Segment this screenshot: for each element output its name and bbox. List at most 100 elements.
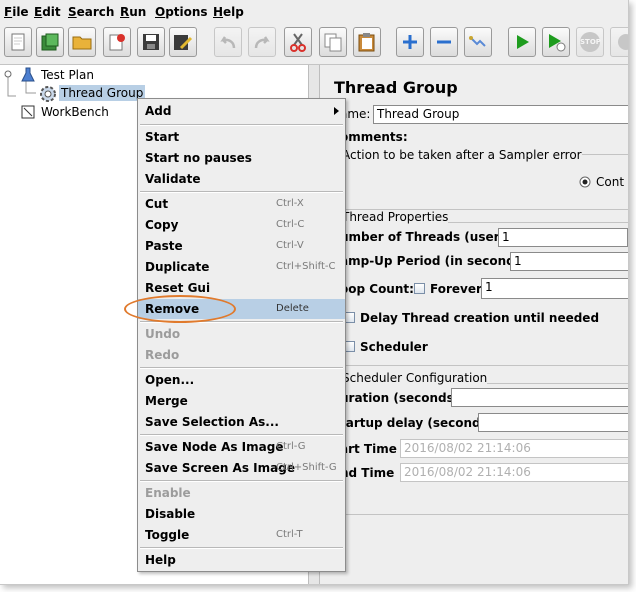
expand-all-button[interactable]	[396, 27, 424, 57]
menu-item-validate-label: Validate	[145, 172, 201, 186]
toolbar: STOP	[0, 24, 628, 65]
start-no-pauses-button[interactable]	[542, 27, 570, 57]
menu-item-help-label: Help	[145, 553, 176, 567]
menu-item-toggle-shortcut: Ctrl-T	[276, 529, 303, 540]
shutdown-button[interactable]	[610, 27, 628, 57]
expand-icon	[403, 35, 417, 49]
open-button[interactable]	[68, 27, 96, 57]
menu-item-enable-label: Enable	[145, 486, 191, 500]
menu-options[interactable]: Options	[155, 5, 208, 19]
stop-icon: STOP	[580, 32, 601, 52]
menu-item-paste-label: Paste	[145, 239, 183, 253]
paste-button[interactable]	[353, 27, 381, 57]
start-time-label: art Time	[340, 442, 397, 456]
scheduler-config-title: Scheduler Configuration	[342, 371, 488, 385]
menu-item-undo[interactable]: Undo	[138, 324, 345, 344]
menu-item-save-screen-image-shortcut: Ctrl+Shift-G	[276, 462, 337, 473]
rampup-field[interactable]: 1	[510, 252, 628, 271]
menu-item-disable[interactable]: Disable	[138, 504, 345, 524]
new-file-icon	[11, 33, 25, 51]
menu-item-save-node-image-label: Save Node As Image	[145, 440, 284, 454]
jmeter-window: File Edit Search Run Options Help STOP T…	[0, 0, 629, 585]
tree-node-workbench[interactable]: WorkBench	[41, 105, 109, 119]
num-threads-field[interactable]: 1	[498, 228, 628, 247]
end-time-label: nd Time	[340, 466, 395, 480]
shutdown-icon	[618, 34, 628, 50]
close-button[interactable]	[103, 27, 131, 57]
menu-item-duplicate-label: Duplicate	[145, 260, 210, 274]
menu-item-save-screen-image[interactable]: Save Screen As Image Ctrl+Shift-G	[138, 458, 345, 478]
stop-button[interactable]: STOP	[576, 27, 604, 57]
collapse-icon	[437, 40, 451, 44]
templates-button[interactable]	[36, 27, 64, 57]
menu-item-remove-shortcut: Delete	[276, 303, 309, 314]
menu-item-start-no-pauses[interactable]: Start no pauses	[138, 148, 345, 168]
undo-button[interactable]	[214, 27, 242, 57]
menu-item-save-selection[interactable]: Save Selection As...	[138, 412, 345, 432]
start-button[interactable]	[508, 27, 536, 57]
menu-item-duplicate[interactable]: Duplicate Ctrl+Shift-C	[138, 257, 345, 277]
menu-item-merge[interactable]: Merge	[138, 391, 345, 411]
menu-item-start[interactable]: Start	[138, 127, 345, 147]
menu-item-disable-label: Disable	[145, 507, 196, 521]
menu-search[interactable]: Search	[68, 5, 114, 19]
startup-delay-field[interactable]	[478, 413, 628, 432]
continue-radio[interactable]	[579, 176, 591, 188]
forever-checkbox[interactable]	[414, 283, 425, 294]
test-plan-icon	[21, 67, 35, 82]
menu-item-redo-label: Redo	[145, 348, 180, 362]
menu-help[interactable]: Help	[213, 5, 244, 19]
collapse-all-button[interactable]	[430, 27, 458, 57]
thread-group-panel: Thread Group ame: Thread Group omments: …	[320, 65, 628, 584]
menu-file[interactable]: File	[4, 5, 29, 19]
menu-item-toggle[interactable]: Toggle Ctrl-T	[138, 525, 345, 545]
menu-item-cut-shortcut: Ctrl-X	[276, 198, 304, 209]
loop-count-field[interactable]: 1	[481, 278, 628, 299]
highlight-ring	[124, 295, 236, 323]
menu-item-save-node-image[interactable]: Save Node As Image Ctrl-G	[138, 437, 345, 457]
menu-item-merge-label: Merge	[145, 394, 188, 408]
close-icon	[109, 34, 125, 51]
menu-edit[interactable]: Edit	[34, 5, 61, 19]
menu-separator	[140, 434, 343, 436]
menu-item-copy[interactable]: Copy Ctrl-C	[138, 215, 345, 235]
new-file-button[interactable]	[4, 27, 32, 57]
cut-icon	[290, 33, 306, 52]
tree-node-test-plan[interactable]: Test Plan	[41, 68, 94, 82]
menu-separator	[140, 191, 343, 193]
menu-separator	[140, 124, 343, 126]
menu-item-enable[interactable]: Enable	[138, 483, 345, 503]
menu-separator	[140, 547, 343, 549]
stop-label: STOP	[580, 38, 601, 46]
save-as-button[interactable]	[169, 27, 197, 57]
menu-item-toggle-label: Toggle	[145, 528, 190, 542]
thread-properties-title: Thread Properties	[342, 210, 449, 224]
start-no-pauses-icon	[549, 34, 566, 52]
name-field[interactable]: Thread Group	[373, 105, 628, 124]
num-threads-label: umber of Threads (users):	[340, 230, 517, 244]
sampler-error-title: Action to be taken after a Sampler error	[342, 148, 582, 162]
cut-button[interactable]	[284, 27, 312, 57]
menu-item-add[interactable]: Add	[138, 101, 345, 121]
toggle-button[interactable]	[464, 27, 492, 57]
menu-item-undo-label: Undo	[145, 327, 181, 341]
copy-button[interactable]	[319, 27, 347, 57]
menu-item-duplicate-shortcut: Ctrl+Shift-C	[276, 261, 336, 272]
menu-item-paste-shortcut: Ctrl-V	[276, 240, 304, 251]
menu-run[interactable]: Run	[120, 5, 146, 19]
undo-icon	[220, 36, 236, 49]
menu-item-help[interactable]: Help	[138, 550, 345, 570]
templates-icon	[41, 33, 59, 51]
menu-item-paste[interactable]: Paste Ctrl-V	[138, 236, 345, 256]
menu-item-redo[interactable]: Redo	[138, 345, 345, 365]
end-time-field[interactable]: 2016/08/02 21:14:06	[400, 463, 628, 482]
menu-item-cut[interactable]: Cut Ctrl-X	[138, 194, 345, 214]
save-button[interactable]	[137, 27, 165, 57]
duration-field[interactable]	[451, 388, 628, 407]
menu-item-open[interactable]: Open...	[138, 370, 345, 390]
tree-node-thread-group[interactable]: Thread Group	[59, 85, 146, 101]
continue-label: Cont	[596, 175, 625, 189]
redo-button[interactable]	[248, 27, 276, 57]
start-time-field[interactable]: 2016/08/02 21:14:06	[400, 439, 628, 458]
menu-item-validate[interactable]: Validate	[138, 169, 345, 189]
